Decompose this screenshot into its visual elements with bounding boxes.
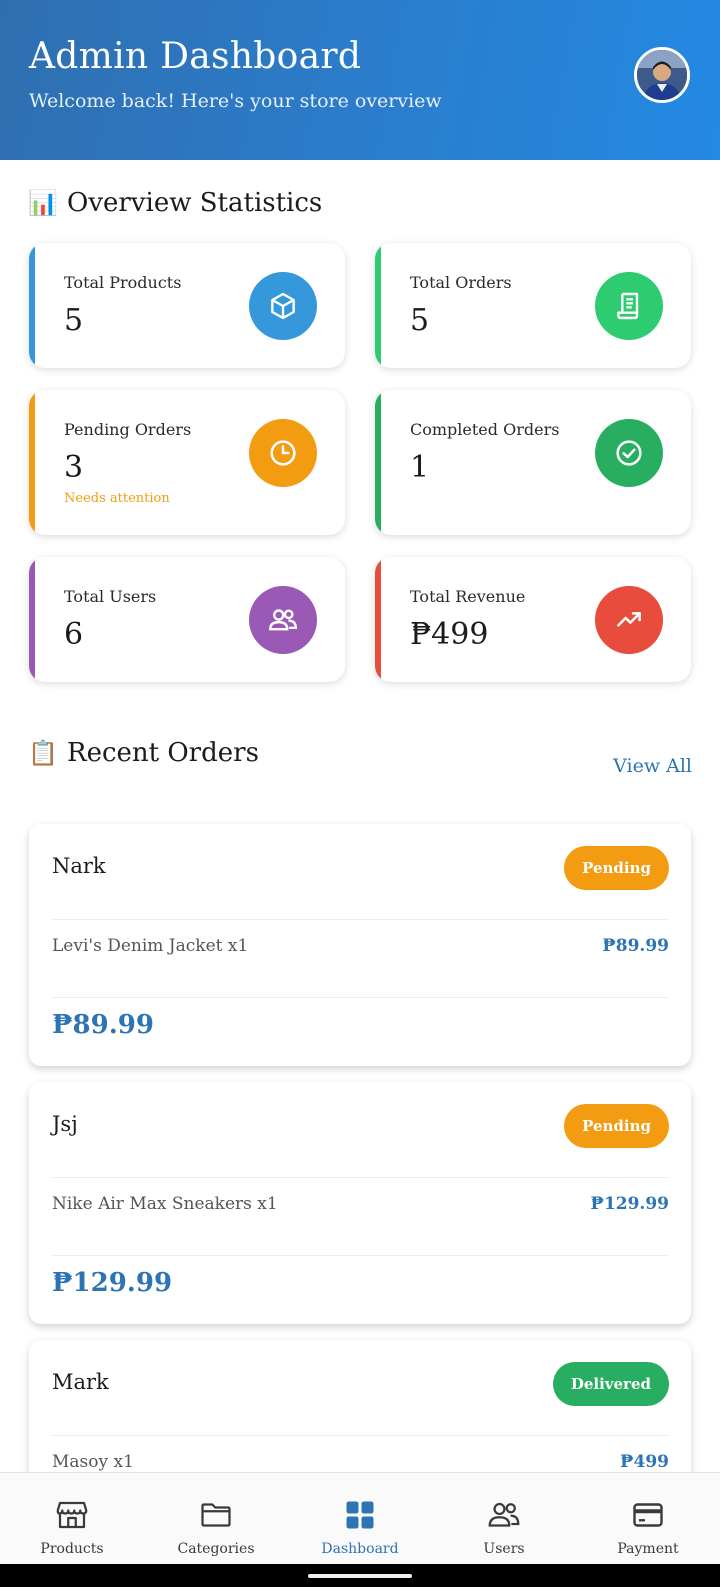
nav-label: Users — [483, 1541, 525, 1557]
stat-label: Completed Orders — [410, 420, 560, 439]
stat-value: 6 — [64, 617, 84, 652]
stat-card-accent-bar — [375, 557, 381, 682]
avatar-image — [637, 50, 687, 100]
trending-up-icon — [595, 586, 663, 654]
overview-section-title: 📊 Overview Statistics — [28, 188, 323, 218]
stat-card-completed-orders[interactable]: Completed Orders 1 — [375, 390, 691, 535]
nav-label: Payment — [617, 1541, 679, 1557]
receipt-icon — [595, 272, 663, 340]
dashboard-header: Admin Dashboard Welcome back! Here's you… — [0, 0, 720, 160]
divider — [52, 1255, 668, 1256]
status-badge: Delivered — [552, 1362, 669, 1406]
divider — [52, 919, 668, 920]
order-item-price: ₱499 — [620, 1452, 669, 1472]
stat-card-accent-bar — [375, 390, 381, 535]
stat-label: Total Orders — [410, 273, 512, 292]
nav-item-products[interactable]: Products — [0, 1473, 144, 1564]
stat-note: Needs attention — [64, 491, 170, 506]
order-item-name: Levi's Denim Jacket x1 — [52, 936, 249, 956]
users-icon — [484, 1495, 524, 1535]
folder-icon — [196, 1495, 236, 1535]
order-card[interactable]: Jsj Pending Nike Air Max Sneakers x1 ₱12… — [29, 1082, 691, 1324]
order-customer-name: Nark — [52, 854, 106, 878]
stat-card-total-orders[interactable]: Total Orders 5 — [375, 243, 691, 368]
nav-label: Products — [40, 1541, 104, 1557]
stat-label: Total Revenue — [410, 587, 526, 606]
order-item-name: Masoy x1 — [52, 1452, 134, 1472]
stat-card-total-revenue[interactable]: Total Revenue ₱499 — [375, 557, 691, 682]
stat-card-accent-bar — [375, 243, 381, 368]
divider — [52, 1435, 668, 1436]
credit-card-icon — [628, 1495, 668, 1535]
status-badge: Pending — [564, 1104, 669, 1148]
nav-item-categories[interactable]: Categories — [144, 1473, 288, 1564]
order-customer-name: Mark — [52, 1370, 109, 1394]
bottom-nav: Products Categories Dashboard Users Paym… — [0, 1472, 720, 1564]
page-title: Admin Dashboard — [29, 36, 362, 77]
status-badge: Pending — [564, 846, 669, 890]
nav-item-payment[interactable]: Payment — [576, 1473, 720, 1564]
stat-card-total-products[interactable]: Total Products 5 — [29, 243, 345, 368]
nav-item-users[interactable]: Users — [432, 1473, 576, 1564]
order-card[interactable]: Nark Pending Levi's Denim Jacket x1 ₱89.… — [29, 824, 691, 1066]
order-item-name: Nike Air Max Sneakers x1 — [52, 1194, 278, 1214]
clipboard-icon: 📋 — [28, 739, 58, 767]
stat-card-accent-bar — [29, 557, 35, 682]
recent-orders-title-text: Recent Orders — [67, 738, 259, 768]
order-item-price: ₱89.99 — [602, 936, 669, 956]
avatar[interactable] — [634, 47, 690, 103]
grid-icon — [340, 1495, 380, 1535]
store-icon — [52, 1495, 92, 1535]
stat-value: 5 — [64, 303, 84, 338]
divider — [52, 1177, 668, 1178]
home-indicator[interactable] — [308, 1574, 412, 1578]
nav-label: Categories — [177, 1541, 255, 1557]
stat-card-accent-bar — [29, 390, 35, 535]
stat-label: Pending Orders — [64, 420, 192, 439]
system-navigation-bar — [0, 1564, 720, 1587]
stat-value: 1 — [410, 450, 430, 485]
order-customer-name: Jsj — [52, 1112, 78, 1136]
stat-label: Total Products — [64, 273, 182, 292]
page-subtitle: Welcome back! Here's your store overview — [29, 90, 442, 112]
nav-item-dashboard[interactable]: Dashboard — [288, 1473, 432, 1564]
divider — [52, 997, 668, 998]
stat-value: ₱499 — [410, 617, 489, 652]
stat-card-accent-bar — [29, 243, 35, 368]
clock-icon — [249, 419, 317, 487]
overview-title-text: Overview Statistics — [67, 188, 323, 218]
bar-chart-icon: 📊 — [28, 189, 58, 217]
order-total: ₱129.99 — [52, 1268, 173, 1298]
view-all-link[interactable]: View All — [613, 755, 692, 777]
order-item-price: ₱129.99 — [590, 1194, 669, 1214]
stat-value: 3 — [64, 450, 84, 485]
cube-icon — [249, 272, 317, 340]
nav-label: Dashboard — [321, 1541, 399, 1557]
order-total: ₱89.99 — [52, 1010, 154, 1040]
stat-card-total-users[interactable]: Total Users 6 — [29, 557, 345, 682]
stat-card-pending-orders[interactable]: Pending Orders 3 Needs attention — [29, 390, 345, 535]
recent-orders-section-title: 📋 Recent Orders — [28, 738, 259, 768]
users-icon — [249, 586, 317, 654]
stat-label: Total Users — [64, 587, 157, 606]
stat-value: 5 — [410, 303, 430, 338]
check-circle-icon — [595, 419, 663, 487]
